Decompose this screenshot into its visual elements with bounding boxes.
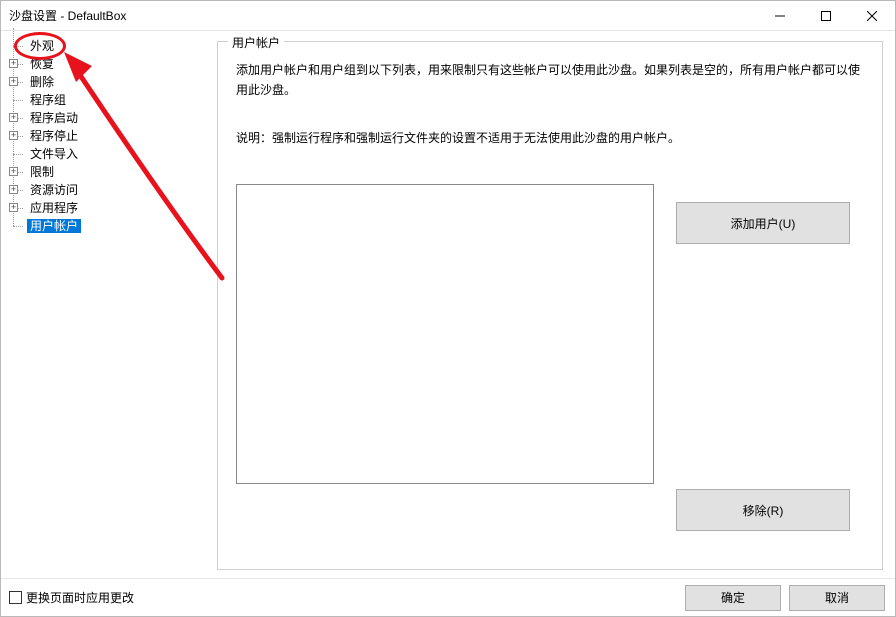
tree-item[interactable]: +应用程序 [13,199,209,217]
tree-item-label[interactable]: 用户帐户 [27,219,81,233]
tree-item-label[interactable]: 恢复 [27,57,57,71]
tree-item[interactable]: +程序停止 [13,127,209,145]
note-text: 说明：强制运行程序和强制运行文件夹的设置不适用于无法使用此沙盘的用户帐户。 [236,128,864,148]
expand-icon[interactable]: + [9,77,18,86]
maximize-button[interactable] [803,1,849,30]
list-and-buttons-row: 添加用户(U) 移除(R) [236,184,864,555]
tree-item[interactable]: 文件导入 [13,145,209,163]
tree-item[interactable]: +限制 [13,163,209,181]
tree-item-label[interactable]: 程序组 [27,93,69,107]
apply-on-page-change-label: 更换页面时应用更改 [26,589,134,606]
minimize-button[interactable] [757,1,803,30]
tree-item-label[interactable]: 文件导入 [27,147,81,161]
footer-right: 确定 取消 [685,585,885,611]
tree-item-label[interactable]: 资源访问 [27,183,81,197]
tree-item[interactable]: +程序启动 [13,109,209,127]
tree-item-label[interactable]: 程序停止 [27,129,81,143]
ok-button[interactable]: 确定 [685,585,781,611]
tree-item[interactable]: 外观 [13,37,209,55]
tree-item-label[interactable]: 程序启动 [27,111,81,125]
window-body: 外观+恢复+删除程序组+程序启动+程序停止文件导入+限制+资源访问+应用程序用户… [1,31,895,616]
close-button[interactable] [849,1,895,30]
expand-icon[interactable]: + [9,167,18,176]
tree-item-label[interactable]: 应用程序 [27,201,81,215]
tree-item-label[interactable]: 删除 [27,75,57,89]
expand-icon[interactable]: + [9,59,18,68]
tree-item-label[interactable]: 限制 [27,165,57,179]
side-buttons: 添加用户(U) 移除(R) [676,184,850,555]
tree-item[interactable]: +恢复 [13,55,209,73]
description-text: 添加用户帐户和用户组到以下列表，用来限制只有这些帐户可以使用此沙盘。如果列表是空… [236,60,864,100]
expand-icon[interactable]: + [9,185,18,194]
fieldset-legend: 用户帐户 [228,34,284,51]
settings-window: 沙盘设置 - DefaultBox 外观+恢复+删除程序组+程序启动+程序停止文… [0,0,896,617]
footer: 更换页面时应用更改 确定 取消 [1,578,895,616]
add-user-button[interactable]: 添加用户(U) [676,202,850,244]
expand-icon[interactable]: + [9,113,18,122]
remove-button[interactable]: 移除(R) [676,489,850,531]
apply-on-page-change-checkbox[interactable] [9,591,22,604]
titlebar: 沙盘设置 - DefaultBox [1,1,895,31]
main-area: 外观+恢复+删除程序组+程序启动+程序停止文件导入+限制+资源访问+应用程序用户… [1,31,895,578]
expand-icon[interactable]: + [9,131,18,140]
user-accounts-listbox[interactable] [236,184,654,484]
expand-icon[interactable]: + [9,203,18,212]
category-tree: 外观+恢复+删除程序组+程序启动+程序停止文件导入+限制+资源访问+应用程序用户… [1,31,209,578]
user-accounts-fieldset: 用户帐户 添加用户帐户和用户组到以下列表，用来限制只有这些帐户可以使用此沙盘。如… [217,41,883,570]
tree-item[interactable]: 程序组 [13,91,209,109]
window-title: 沙盘设置 - DefaultBox [1,7,126,24]
window-controls [757,1,895,30]
tree-item-label[interactable]: 外观 [27,39,57,53]
cancel-button[interactable]: 取消 [789,585,885,611]
content-panel: 用户帐户 添加用户帐户和用户组到以下列表，用来限制只有这些帐户可以使用此沙盘。如… [209,31,895,578]
tree-item[interactable]: 用户帐户 [13,217,209,235]
footer-left: 更换页面时应用更改 [9,589,134,606]
tree-item[interactable]: +资源访问 [13,181,209,199]
tree-item[interactable]: +删除 [13,73,209,91]
